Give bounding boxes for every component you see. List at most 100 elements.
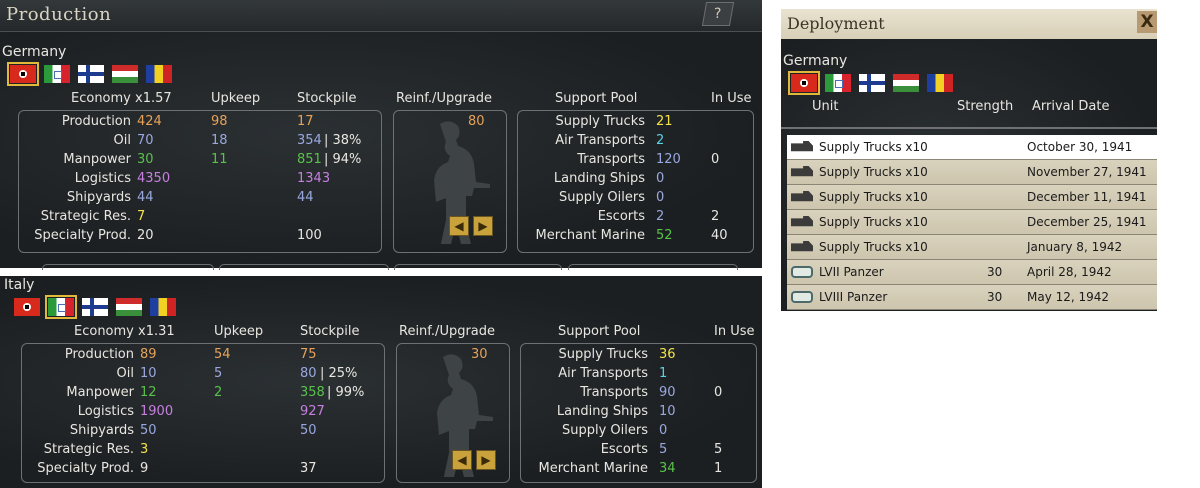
resource-value: 20 xyxy=(137,228,154,243)
support-in-use-value: 1 xyxy=(714,461,723,476)
help-button[interactable]: ? xyxy=(701,2,735,26)
truck-icon xyxy=(791,241,813,252)
stockpile-value: 50 xyxy=(300,423,317,438)
support-pool-value: 34 xyxy=(659,461,676,476)
unit-name: LVIII Panzer xyxy=(819,290,888,304)
resource-value: 1900 xyxy=(140,404,174,419)
germany-flag-icon[interactable] xyxy=(14,298,40,316)
support-label: Supply Oilers xyxy=(561,423,648,438)
support-pool-value: 0 xyxy=(659,423,668,438)
reinf-next-button[interactable]: ▶ xyxy=(476,450,496,470)
tank-icon xyxy=(791,266,813,278)
unit-name: Supply Trucks x10 xyxy=(819,215,928,229)
support-label: Landing Ships xyxy=(556,404,648,419)
stockpile-value: 44 xyxy=(297,190,314,205)
resource-label: Production xyxy=(61,114,131,129)
deployment-panel: Deployment X Germany Unit Strength Arriv… xyxy=(781,9,1157,311)
resource-value: 89 xyxy=(140,347,157,362)
stockpile-value: 100 xyxy=(297,228,322,243)
resource-label: Strategic Res. xyxy=(40,209,131,224)
unit-name: Supply Trucks x10 xyxy=(819,240,928,254)
stockpile-value: 75 xyxy=(300,347,317,362)
resource-value: 70 xyxy=(137,133,154,148)
support-label: Air Transports xyxy=(555,133,645,148)
hungary-flag-icon[interactable] xyxy=(116,298,142,316)
reinf-prev-button[interactable]: ◀ xyxy=(452,450,472,470)
resource-value: 10 xyxy=(140,366,157,381)
upkeep-value: 11 xyxy=(211,152,228,167)
support-pool-value: 2 xyxy=(656,209,665,224)
resource-label: Oil xyxy=(113,133,131,148)
support-pool-value: 120 xyxy=(656,152,681,167)
resource-label: Logistics xyxy=(77,404,134,419)
italy-flag-icon[interactable] xyxy=(44,65,70,83)
support-label: Supply Oilers xyxy=(558,190,645,205)
resource-value: 30 xyxy=(137,152,154,167)
country-name: Italy xyxy=(4,277,35,293)
italy-flag-icon[interactable] xyxy=(825,74,851,92)
in-use-header: In Use xyxy=(714,324,755,339)
upkeep-value: 18 xyxy=(211,133,228,148)
stockpile-value: 358 xyxy=(300,385,325,400)
truck-icon xyxy=(791,166,813,177)
support-label: Air Transports xyxy=(558,366,648,381)
romania-flag-icon[interactable] xyxy=(150,298,176,316)
reinf-prev-button[interactable]: ◀ xyxy=(449,216,469,236)
stockpile-header: Stockpile xyxy=(300,324,360,339)
hungary-flag-icon[interactable] xyxy=(893,74,919,92)
reinf-next-button[interactable]: ▶ xyxy=(473,216,493,236)
country-flags xyxy=(788,71,953,95)
resource-value: 12 xyxy=(140,385,157,400)
germany-flag-icon[interactable] xyxy=(7,62,39,86)
country-flags xyxy=(14,295,176,319)
deployment-row[interactable]: Supply Trucks x10 December 11, 1941 xyxy=(787,185,1157,210)
stockpile-percent: | 38% xyxy=(324,133,362,148)
hungary-flag-icon[interactable] xyxy=(112,65,138,83)
tank-icon xyxy=(791,291,813,303)
in-use-header: In Use xyxy=(711,91,752,106)
chevron-left-icon: ◀ xyxy=(454,219,464,233)
support-pool-value: 21 xyxy=(656,114,673,129)
support-label: Merchant Marine xyxy=(535,228,645,243)
finland-flag-icon[interactable] xyxy=(859,74,885,92)
deployment-row[interactable]: LVIII Panzer 30 May 12, 1942 xyxy=(787,285,1157,310)
strength-header: Strength xyxy=(957,99,1014,114)
help-icon: ? xyxy=(714,6,722,22)
stockpile-header: Stockpile xyxy=(297,91,357,106)
support-pool-value: 5 xyxy=(659,442,668,457)
production-panel: Production ? Germany Economy x1.57 Upkee… xyxy=(0,0,762,270)
deployment-row[interactable]: Supply Trucks x10 November 27, 1941 xyxy=(787,160,1157,185)
resource-label: Shipyards xyxy=(69,423,134,438)
upkeep-value: 2 xyxy=(214,385,223,400)
deployment-row[interactable]: Supply Trucks x10 January 8, 1942 xyxy=(787,235,1157,260)
deployment-row[interactable]: Supply Trucks x10 December 25, 1941 xyxy=(787,210,1157,235)
unit-header: Unit xyxy=(812,99,839,114)
finland-flag-icon[interactable] xyxy=(78,65,104,83)
close-button[interactable]: X xyxy=(1137,11,1157,33)
deployment-row[interactable]: LVII Panzer 30 April 28, 1942 xyxy=(787,260,1157,285)
support-pool-value: 90 xyxy=(659,385,676,400)
italy-flag-icon[interactable] xyxy=(45,295,77,319)
finland-flag-icon[interactable] xyxy=(82,298,108,316)
support-pool-value: 2 xyxy=(656,133,665,148)
resource-label: Manpower xyxy=(63,152,131,167)
support-label: Landing Ships xyxy=(553,171,645,186)
romania-flag-icon[interactable] xyxy=(146,65,172,83)
resource-label: Strategic Res. xyxy=(43,442,134,457)
deployment-row[interactable]: Supply Trucks x10 October 30, 1941 xyxy=(787,135,1157,160)
arrival-date: October 30, 1941 xyxy=(1027,140,1133,154)
stockpile-value: 37 xyxy=(300,461,317,476)
resource-label: Production xyxy=(64,347,134,362)
country-name: Germany xyxy=(783,53,848,69)
reinf-header: Reinf./Upgrade xyxy=(399,324,496,339)
stockpile-percent: | 94% xyxy=(324,152,362,167)
unit-name: LVII Panzer xyxy=(819,265,884,279)
unit-strength: 30 xyxy=(987,290,1003,304)
resource-label: Shipyards xyxy=(66,190,131,205)
next-section-tab xyxy=(219,264,389,270)
romania-flag-icon[interactable] xyxy=(927,74,953,92)
germany-flag-icon[interactable] xyxy=(788,71,820,95)
upkeep-value: 98 xyxy=(211,114,228,129)
reinf-header: Reinf./Upgrade xyxy=(396,91,493,106)
support-label: Transports xyxy=(577,152,645,167)
